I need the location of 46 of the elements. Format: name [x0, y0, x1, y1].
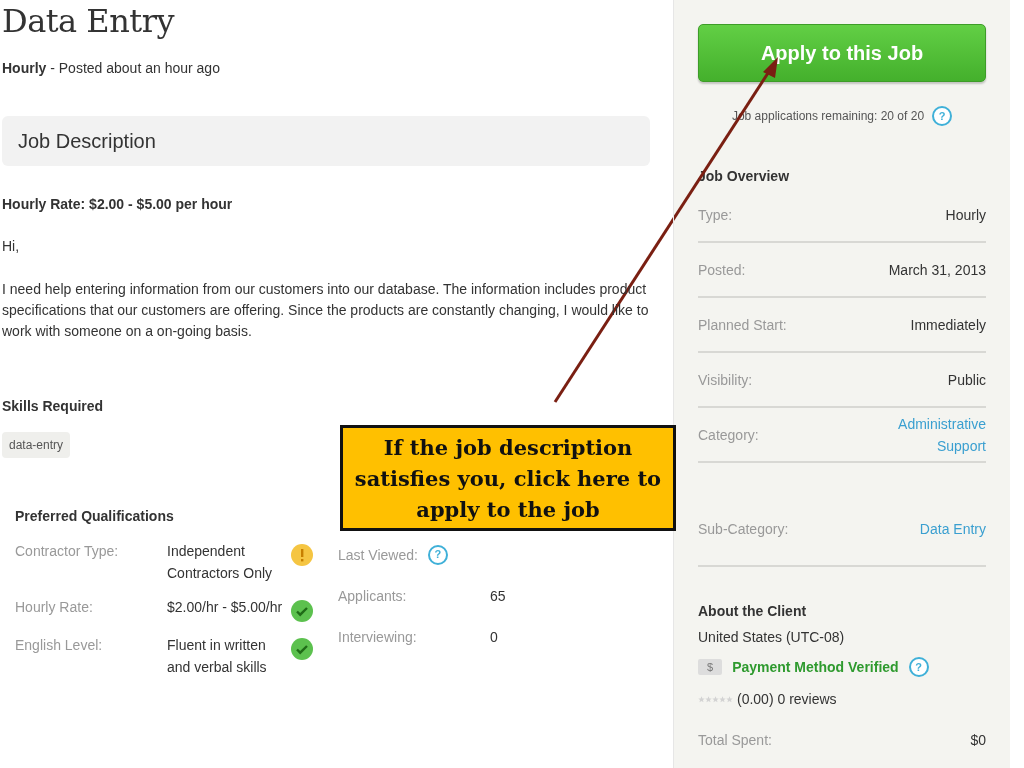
activity-label: Interviewing: [338, 628, 418, 645]
qualification-value: Independent Contractors Only [167, 542, 274, 583]
warning-icon [291, 544, 313, 566]
total-spent-value: $0 [970, 731, 986, 748]
activity-value: 0 [490, 628, 498, 645]
overview-value: Hourly [945, 206, 986, 223]
client-location: United States (UTC-08) [698, 629, 846, 645]
qualification-label: Hourly Rate: [15, 598, 94, 617]
reviews-count: (0.00) 0 reviews [737, 691, 837, 707]
apply-button[interactable]: Apply to this Job [698, 24, 986, 82]
callout-box: If the job description satisfies you, click here to apply to the job [340, 425, 676, 531]
help-icon[interactable]: ? [427, 544, 448, 565]
overview-label: Type: [698, 206, 733, 223]
qualification-label: English Level: [15, 636, 104, 655]
client-heading: About the Client [698, 603, 808, 619]
qualifications-heading: Preferred Qualifications [15, 508, 175, 524]
total-spent-label: Total Spent: [698, 731, 772, 748]
qualification-value: Fluent in written and verbal skills [167, 636, 268, 677]
activity-label: Applicants: [338, 587, 408, 604]
checkmark-icon [291, 600, 313, 622]
overview-label: Planned Start: [698, 316, 787, 333]
hourly-rate: Hourly Rate: $2.00 - $5.00 per hour [2, 196, 234, 212]
overview-value: March 31, 2013 [888, 261, 986, 278]
qualification-label: Contractor Type: [15, 542, 120, 561]
skills-heading: Skills Required [2, 398, 105, 414]
job-title: Data Entry [2, 2, 176, 40]
overview-label: Posted: [698, 261, 746, 278]
payment-verified: Payment Method Verified [732, 659, 899, 675]
skill-tag[interactable]: data-entry [2, 432, 71, 458]
help-icon[interactable]: ? [908, 657, 929, 677]
payment-badge: $ [698, 659, 723, 675]
overview-label: Category: [698, 426, 759, 443]
job-subtitle: Hourly - Posted about an hour ago [2, 60, 221, 76]
activity-value: 65 [490, 587, 506, 604]
help-icon[interactable]: ? [932, 106, 953, 126]
overview-link[interactable]: Data Entry [876, 518, 986, 540]
qualification-value: $2.00/hr - $5.00/hr [167, 598, 284, 617]
overview-label: Visibility: [698, 371, 753, 388]
overview-value: Immediately [910, 316, 986, 333]
overview-link[interactable]: Administrative Support [876, 412, 986, 457]
checkmark-icon [291, 638, 313, 660]
activity-label: Last Viewed: [338, 546, 418, 563]
greeting: Hi, [2, 237, 21, 256]
section-title: Job Description [18, 129, 156, 153]
overview-value: Public [947, 371, 986, 388]
overview-label: Sub-Category: [698, 521, 789, 537]
